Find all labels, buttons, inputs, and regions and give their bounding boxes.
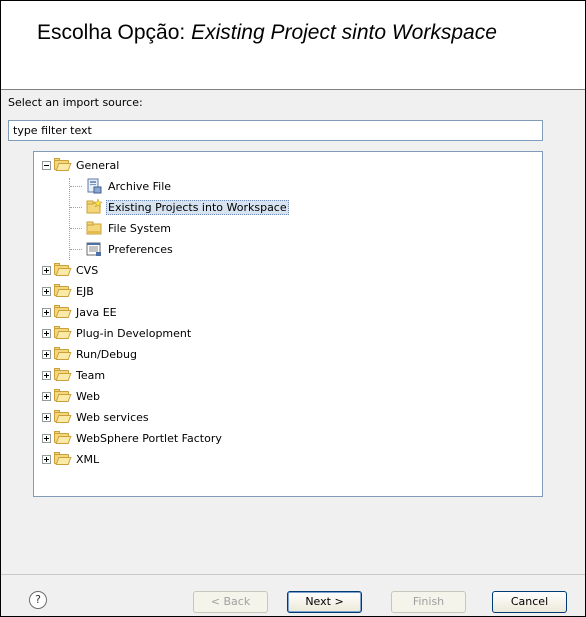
tree-item-run-debug[interactable]: Run/Debug [42,345,139,363]
tree-item-cvs[interactable]: CVS [42,261,100,279]
tree-item-label: Archive File [108,179,172,193]
tree-item-label: General [76,158,120,172]
folder-icon [54,347,72,360]
help-icon[interactable]: ? [29,591,47,609]
collapse-icon[interactable] [42,160,51,170]
expand-icon[interactable] [42,412,51,422]
open-folder-icon [54,158,72,171]
folder-icon [54,452,72,465]
folder-icon [54,431,72,444]
tree-item-label: WebSphere Portlet Factory [76,431,222,445]
tree-item-label: Plug-in Development [76,326,192,340]
tree-item-preferences[interactable]: Preferences [86,240,175,258]
expand-icon[interactable] [42,307,51,317]
tree-item-java-ee[interactable]: Java EE [42,303,119,321]
footer-divider [1,574,585,575]
tree-item-web[interactable]: Web [42,387,102,405]
tree-item-label: Web services [76,410,149,424]
back-button[interactable]: < Back [193,591,268,613]
select-import-source-label: Select an import source: [8,96,143,109]
expand-icon[interactable] [42,391,51,401]
tree-connector [69,178,70,260]
finish-button[interactable]: Finish [391,591,466,613]
tree-item-label: EJB [76,284,94,298]
cancel-button[interactable]: Cancel [492,591,567,613]
tree-connector [70,186,82,187]
expand-icon[interactable] [42,349,51,359]
folder-icon [54,326,72,339]
tree-item-archive-file[interactable]: Archive File [86,177,173,195]
tree-item-web-services[interactable]: Web services [42,408,151,426]
folder-icon [54,389,72,402]
preferences-icon [86,241,102,257]
expand-icon[interactable] [42,370,51,380]
folder-icon [54,368,72,381]
folder-icon [54,263,72,276]
tree-connector [70,249,82,250]
tree-item-websphere-portlet-factory[interactable]: WebSphere Portlet Factory [42,429,224,447]
next-button[interactable]: Next > [287,591,362,613]
folder-icon [54,410,72,423]
folder-icon [54,284,72,297]
tree-item-label: XML [76,452,100,466]
tree-item-plug-in-development[interactable]: Plug-in Development [42,324,193,342]
tree-item-existing-projects[interactable]: Existing Projects into Workspace [86,198,289,216]
folder-icon [54,305,72,318]
expand-icon[interactable] [42,265,51,275]
expand-icon[interactable] [42,454,51,464]
tree-item-label: Web [76,389,100,403]
import-source-tree[interactable]: General Archive File Existing Projects i… [33,151,543,497]
expand-icon[interactable] [42,328,51,338]
banner-title-italic: Existing Project sinto Workspace [191,21,497,44]
tree-connector [70,207,82,208]
tree-item-label: Existing Projects into Workspace [106,199,289,215]
tree-item-general[interactable]: General [42,156,121,174]
tree-item-label: Preferences [108,242,173,256]
archive-file-icon [86,178,102,194]
title-banner: Escolha Opção: Existing Project sinto Wo… [1,1,585,90]
tree-item-label: Java EE [76,305,117,319]
existing-projects-icon [86,198,103,215]
folder-icon [86,220,102,236]
tree-item-label: File System [108,221,171,235]
tree-item-file-system[interactable]: File System [86,219,173,237]
tree-item-team[interactable]: Team [42,366,107,384]
tree-item-label: Run/Debug [76,347,137,361]
expand-icon[interactable] [42,286,51,296]
tree-item-ejb[interactable]: EJB [42,282,96,300]
tree-item-label: CVS [76,263,99,277]
tree-item-label: Team [76,368,106,382]
import-wizard: Escolha Opção: Existing Project sinto Wo… [0,0,586,617]
filter-input[interactable] [8,120,543,141]
banner-title: Escolha Opção: Existing Project sinto Wo… [37,21,497,45]
tree-connector [70,228,82,229]
expand-icon[interactable] [42,433,51,443]
tree-item-xml[interactable]: XML [42,450,101,468]
banner-title-prefix: Escolha Opção: [37,21,192,44]
